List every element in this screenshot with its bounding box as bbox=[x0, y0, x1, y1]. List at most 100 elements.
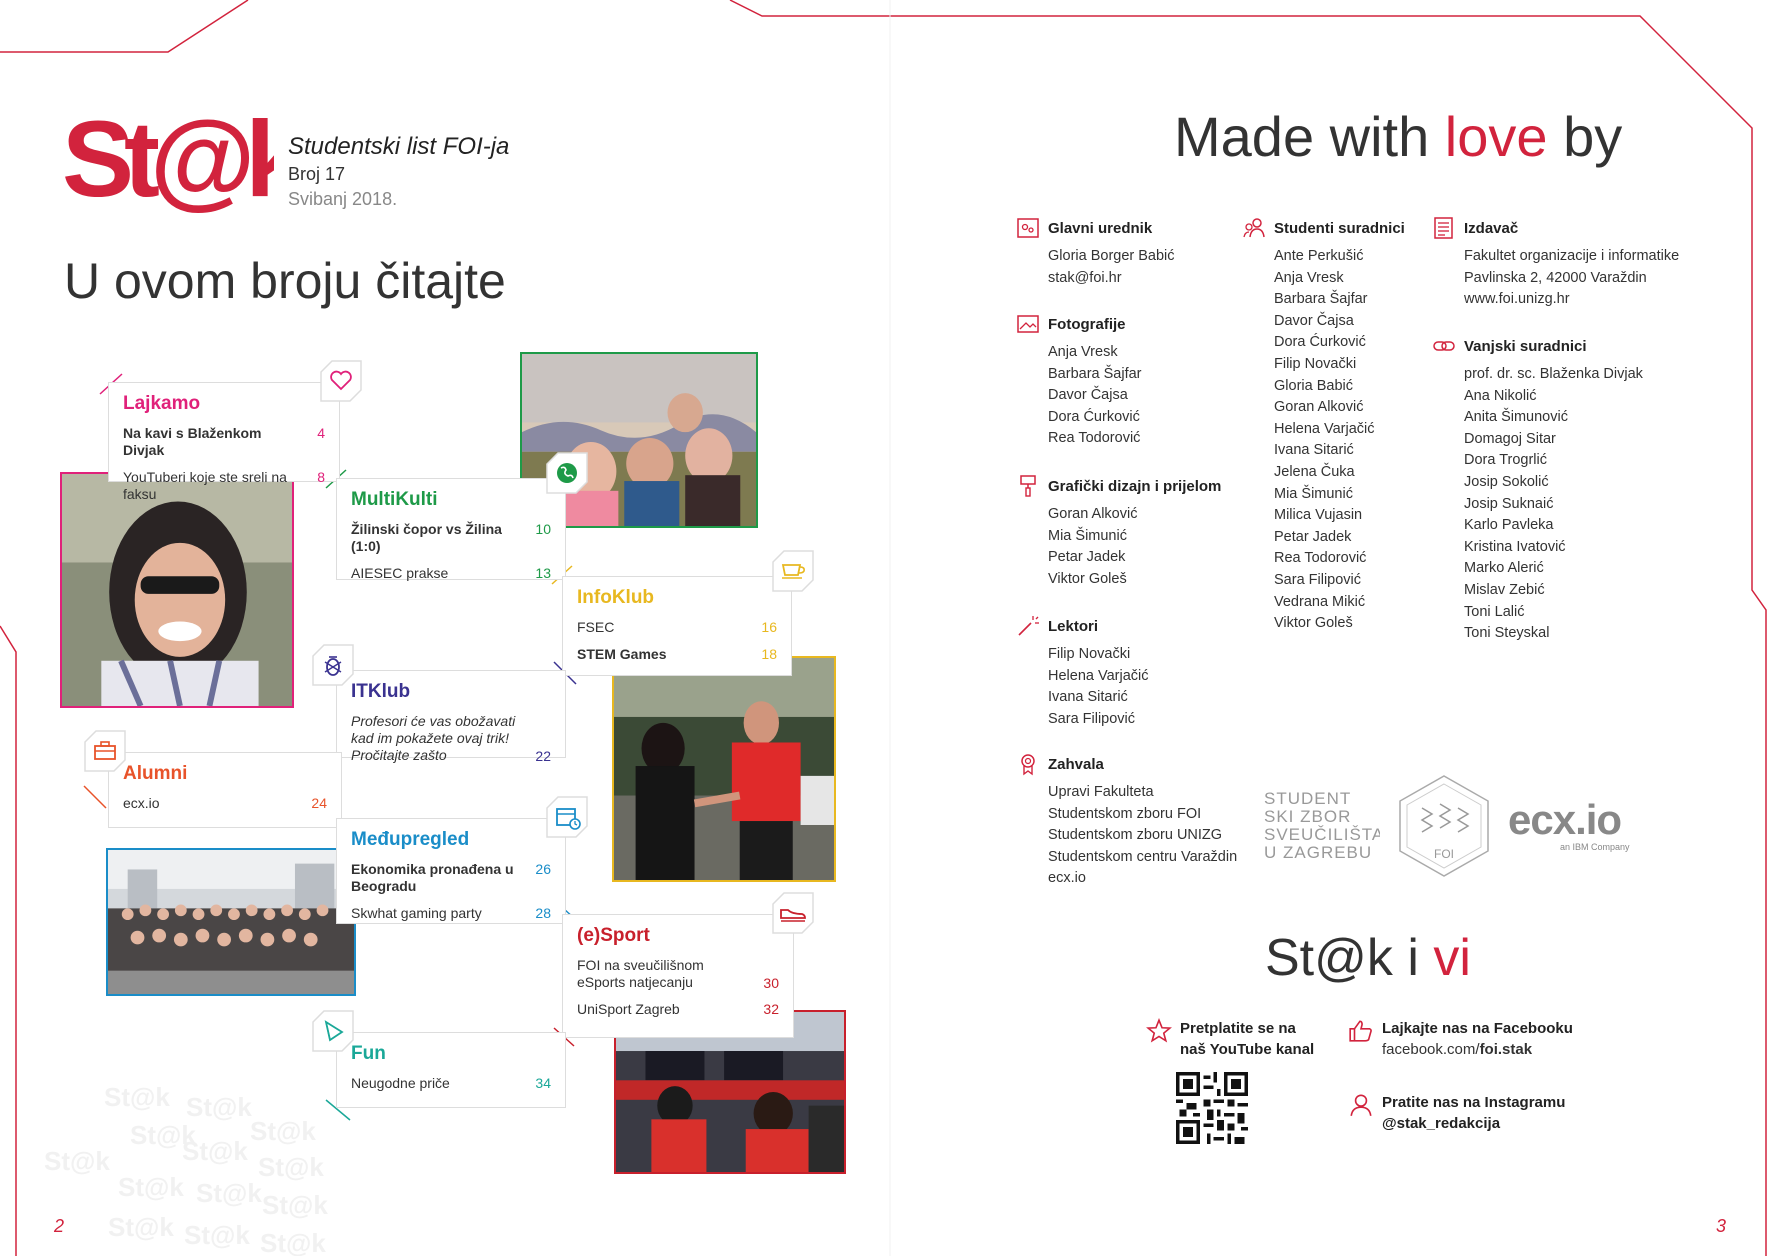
credit-line: Ivana Sitarić bbox=[1274, 442, 1354, 459]
page-ref: 32 bbox=[763, 1001, 779, 1017]
image-icon bbox=[1017, 315, 1039, 333]
section-title-esport: (e)Sport bbox=[577, 925, 650, 946]
credit-line: Filip Novački bbox=[1048, 646, 1131, 662]
credit-line: Gloria Babić bbox=[1274, 377, 1353, 394]
calendar-clock-icon bbox=[546, 796, 588, 838]
svg-text:St@k: St@k bbox=[186, 1092, 252, 1122]
toc-entry[interactable]: Ekonomika pronađena u Beogradu 26 bbox=[351, 861, 551, 895]
studentski-zbor-logo: STUDENT SKI ZBOR SVEUČILIŠTA U ZAGREBU bbox=[1264, 789, 1380, 862]
page-ref: 34 bbox=[535, 1075, 551, 1091]
publication-name: Studentski list FOI-ja bbox=[288, 133, 510, 160]
credit-line: Petar Jadek bbox=[1274, 528, 1352, 545]
page-ref: 4 bbox=[317, 425, 325, 441]
page-ref: 16 bbox=[761, 619, 777, 635]
briefcase-icon bbox=[84, 730, 126, 772]
toc-card-infoklub[interactable]: InfoKlub FSEC 16 STEM Games 18 bbox=[562, 576, 792, 676]
award-ribbon-icon bbox=[1021, 754, 1035, 776]
toc-entry[interactable]: FOI na sveučilišnom eSports natjecanju 30 bbox=[577, 957, 779, 991]
ecx-logo-subtitle: an IBM Company bbox=[1560, 842, 1630, 852]
issue-date: Svibanj 2018. bbox=[288, 189, 398, 209]
toc-entry[interactable]: Neugodne priče 34 bbox=[351, 1075, 551, 1092]
toc-entry[interactable]: AIESEC prakse 13 bbox=[351, 565, 551, 582]
toc-entry[interactable]: Žilinski čopor vs Žilina (1:0) 10 bbox=[351, 521, 551, 555]
credit-line: Ante Perkušić bbox=[1274, 248, 1364, 264]
credit-line: Toni Steyskal bbox=[1464, 625, 1550, 642]
credit-line: Davor Čajsa bbox=[1274, 312, 1354, 329]
toc-card-fun[interactable]: Fun Neugodne priče 34 bbox=[336, 1032, 566, 1108]
credit-line: Jelena Čuka bbox=[1274, 463, 1355, 480]
toc-card-esport[interactable]: (e)Sport FOI na sveučilišnom eSports nat… bbox=[562, 914, 794, 1038]
svg-text:U ZAGREBU: U ZAGREBU bbox=[1264, 843, 1372, 862]
section-title-lajkamo: Lajkamo bbox=[123, 393, 201, 414]
credit-line: Studentskom centru Varaždin bbox=[1048, 848, 1238, 865]
magazine-spread: St@k Studentski list FOI-ja Broj 17 Svib… bbox=[0, 0, 1780, 1256]
page-ref: 18 bbox=[761, 646, 777, 662]
stak-logo: St@k bbox=[62, 98, 274, 216]
toc-entry[interactable]: Na kavi s Blaženkom Divjak 4 bbox=[123, 425, 325, 459]
user-icon bbox=[1350, 1094, 1372, 1116]
credit-line: Kristina Ivatović bbox=[1464, 538, 1566, 555]
credit-line: Barbara Šajfar bbox=[1048, 365, 1142, 382]
svg-text:STUDENT: STUDENT bbox=[1264, 789, 1351, 808]
page-ref: 30 bbox=[763, 975, 779, 991]
credit-graficki-dizajn: Grafički dizajn i prijelom Goran Alković… bbox=[1016, 474, 1221, 590]
page-ref: 8 bbox=[317, 469, 325, 485]
credit-line: Dora Ćurković bbox=[1274, 334, 1366, 351]
svg-text:St@k: St@k bbox=[108, 1212, 174, 1242]
credit-line: Anita Šimunović bbox=[1464, 409, 1568, 426]
toc-entry[interactable]: STEM Games 18 bbox=[577, 646, 777, 663]
photo-handshake bbox=[612, 656, 836, 882]
credit-line: Studentskom zboru UNIZG bbox=[1048, 827, 1223, 844]
globe-icon bbox=[546, 452, 588, 494]
section-title-medupregled: Međupregled bbox=[351, 829, 470, 850]
magic-wand-icon bbox=[1018, 616, 1039, 636]
credit-line: Barbara Šajfar bbox=[1274, 291, 1368, 308]
credit-line: Toni Lalić bbox=[1464, 603, 1525, 620]
credit-line: Marko Alerić bbox=[1464, 560, 1544, 577]
credit-line: Mia Šimunić bbox=[1048, 527, 1127, 544]
youtube-label: Pretplatite se na naš YouTube kanal bbox=[1180, 1020, 1315, 1058]
toc-entry[interactable]: Skwhat gaming party 28 bbox=[351, 905, 551, 922]
credit-line: Ana Nikolić bbox=[1464, 387, 1537, 404]
toc-entry[interactable]: ecx.io 24 bbox=[123, 795, 327, 812]
credit-studenti-suradnici: Studenti suradnici Ante Perkušić Anja Vr… bbox=[1242, 216, 1405, 635]
toc-card-itklub[interactable]: ITKlub Profesori će vas obožavati kad im… bbox=[336, 670, 566, 764]
toc-card-multikulti[interactable]: MultiKulti Žilinski čopor vs Žilina (1:0… bbox=[336, 478, 566, 582]
instagram-follow[interactable]: Pratite nas na Instagramu @stak_redakcij… bbox=[1348, 1092, 1608, 1134]
credit-line: prof. dr. sc. Blaženka Divjak bbox=[1464, 366, 1643, 382]
svg-text:St@k: St@k bbox=[250, 1116, 316, 1146]
qr-code[interactable] bbox=[1176, 1072, 1248, 1144]
credit-line: Petar Jadek bbox=[1048, 549, 1126, 566]
sneaker-icon bbox=[772, 892, 814, 934]
instagram-label: Pratite nas na Instagramu bbox=[1382, 1094, 1566, 1111]
toc-card-medupregled[interactable]: Međupregled Ekonomika pronađena u Beogra… bbox=[336, 818, 566, 924]
heart-icon bbox=[320, 360, 362, 402]
facebook-like[interactable]: Lajkajte nas na Facebooku facebook.com/f… bbox=[1348, 1018, 1608, 1060]
svg-text:St@k: St@k bbox=[44, 1146, 110, 1176]
youtube-subscribe[interactable]: Pretplatite se na naš YouTube kanal bbox=[1146, 1018, 1324, 1060]
toc-entry[interactable]: UniSport Zagreb 32 bbox=[577, 1001, 779, 1018]
credit-lektori: Lektori Filip Novački Helena Varjačić Iv… bbox=[1016, 614, 1148, 730]
credit-line: Josip Suknaić bbox=[1464, 495, 1554, 512]
credit-line: Mia Šimunić bbox=[1274, 485, 1353, 502]
credit-line: Milica Vujasin bbox=[1274, 507, 1363, 524]
toc-card-lajkamo[interactable]: Lajkamo Na kavi s Blaženkom Divjak 4 YouT… bbox=[108, 382, 340, 502]
credit-line: Sara Filipović bbox=[1274, 571, 1362, 588]
credit-website-link[interactable]: www.foi.unizg.hr bbox=[1464, 289, 1679, 311]
toc-card-alumni[interactable]: Alumni ecx.io 24 bbox=[108, 752, 342, 828]
toc-entry[interactable]: Profesori će vas obožavati kad im pokaže… bbox=[351, 713, 551, 764]
section-title-alumni: Alumni bbox=[123, 763, 188, 784]
credit-email[interactable]: stak@foi.hr bbox=[1048, 268, 1175, 290]
instagram-handle[interactable]: @stak_redakcija bbox=[1382, 1113, 1565, 1134]
toc-entry[interactable]: FSEC 16 bbox=[577, 619, 777, 636]
facebook-url[interactable]: facebook.com/foi.stak bbox=[1382, 1039, 1573, 1060]
svg-text:St@k: St@k bbox=[196, 1178, 262, 1208]
credit-fotografije: Fotografije Anja Vresk Barbara Šajfar Da… bbox=[1016, 312, 1142, 450]
editor-settings-icon bbox=[1017, 218, 1039, 238]
toc-entry[interactable]: YouTuberi koje ste sreli na faksu 8 bbox=[123, 469, 325, 503]
photo-portrait-woman bbox=[60, 472, 294, 708]
credit-line: Anja Vresk bbox=[1048, 344, 1118, 360]
credit-line: Dora Ćurković bbox=[1048, 408, 1140, 425]
star-icon bbox=[1146, 1018, 1172, 1043]
credit-line: Studentskom zboru FOI bbox=[1048, 805, 1202, 822]
